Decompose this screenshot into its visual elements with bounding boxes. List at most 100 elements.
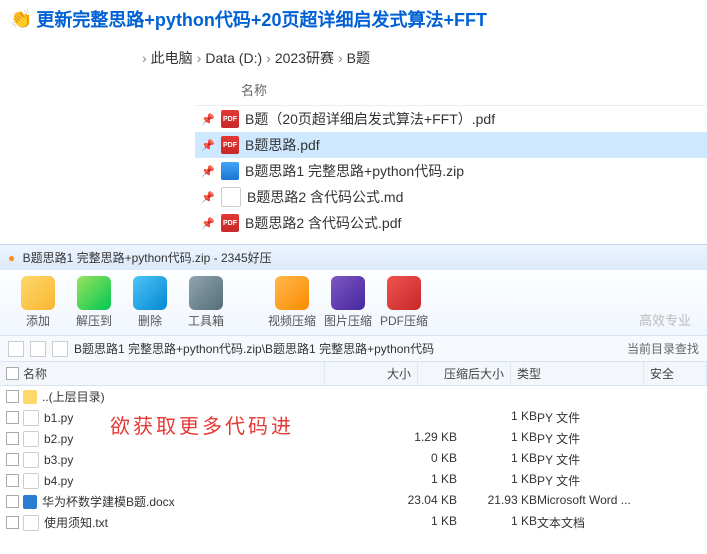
file-row[interactable]: 📌PDF B题思路2 含代码公式.pdf: [195, 210, 707, 236]
file-row[interactable]: 📌PDFB题（20页超详细启发式算法+FFT）.pdf: [195, 106, 707, 132]
nav-fwd-icon[interactable]: [30, 341, 46, 357]
row-checkbox[interactable]: [6, 432, 19, 445]
row-type: 文本文档: [537, 514, 657, 531]
clap-icon: 👏: [10, 9, 32, 30]
py-file-icon: [23, 452, 39, 468]
grid-row[interactable]: 华为杯数学建模B题.docx23.04 KB21.93 KBMicrosoft …: [0, 491, 707, 512]
row-type: PY 文件: [537, 409, 657, 426]
pdf-icon: PDF: [221, 214, 239, 232]
delete-button[interactable]: 删除: [122, 276, 178, 329]
file-name: B题思路1 完整思路+python代码.zip: [245, 161, 464, 181]
col-type[interactable]: 类型: [511, 362, 644, 385]
row-type: Microsoft Word ...: [537, 493, 657, 510]
row-security: [657, 409, 707, 426]
breadcrumb-item[interactable]: 此电脑: [149, 48, 195, 68]
row-checkbox[interactable]: [6, 495, 19, 508]
row-filename: 使用须知.txt: [44, 514, 108, 531]
select-all-checkbox[interactable]: [6, 367, 19, 380]
col-name[interactable]: 名称: [23, 365, 47, 382]
row-security: [657, 493, 707, 510]
grid-row[interactable]: b4.py1 KB1 KBPY 文件: [0, 470, 707, 491]
app-titlebar: ● B题思路1 完整思路+python代码.zip - 2345好压: [0, 244, 707, 270]
py-file-icon: [23, 410, 39, 426]
app-icon: ●: [8, 251, 15, 265]
grid-row[interactable]: ..(上层目录): [0, 386, 707, 407]
nav-up-icon[interactable]: [52, 341, 68, 357]
grid-row[interactable]: b3.py0 KB1 KBPY 文件: [0, 449, 707, 470]
grid-row[interactable]: 使用须知.txt1 KB1 KB文本文档: [0, 512, 707, 533]
add-button[interactable]: 添加: [10, 276, 66, 329]
row-compressed: 1 KB: [457, 409, 537, 426]
nav-back-icon[interactable]: [8, 341, 24, 357]
row-checkbox[interactable]: [6, 453, 19, 466]
breadcrumb: ›此电脑›Data (D:)›2023研赛›B题: [0, 38, 707, 78]
column-header-name[interactable]: 名称: [195, 78, 707, 106]
pdf-icon: PDF: [221, 136, 239, 154]
row-size: 1.29 KB: [377, 430, 457, 447]
pin-icon: 📌: [195, 113, 221, 126]
row-size: [377, 409, 457, 426]
row-type: [537, 388, 657, 405]
row-checkbox[interactable]: [6, 474, 19, 487]
extract-button[interactable]: 解压到: [66, 276, 122, 329]
col-security[interactable]: 安全: [644, 362, 707, 385]
doc-file-icon: [23, 495, 37, 509]
row-security: [657, 451, 707, 468]
folder-file-icon: [23, 390, 37, 404]
py-file-icon: [23, 431, 39, 447]
row-filename: ..(上层目录): [42, 388, 105, 405]
row-filename: 华为杯数学建模B题.docx: [42, 493, 175, 510]
file-name: B题思路2 含代码公式.pdf: [245, 213, 401, 233]
row-compressed: 1 KB: [457, 451, 537, 468]
txt-file-icon: [23, 515, 39, 531]
pin-icon: 📌: [195, 165, 221, 178]
archive-app-window: ● B题思路1 完整思路+python代码.zip - 2345好压 添加 解压…: [0, 244, 707, 533]
toolbar-right-text: 高效专业: [639, 310, 697, 329]
grid-row[interactable]: b1.py 1 KBPY 文件: [0, 407, 707, 428]
row-compressed: [457, 388, 537, 405]
pin-icon: 📌: [195, 139, 221, 152]
toolbox-icon: [189, 276, 223, 310]
row-checkbox[interactable]: [6, 516, 19, 529]
row-filename: b1.py: [44, 411, 73, 425]
row-size: 1 KB: [377, 514, 457, 531]
path-search-label[interactable]: 当前目录查找: [627, 340, 699, 357]
image-icon: [331, 276, 365, 310]
file-row[interactable]: 📌 B题思路1 完整思路+python代码.zip: [195, 158, 707, 184]
row-size: 1 KB: [377, 472, 457, 489]
toolbox-button[interactable]: 工具箱: [178, 276, 234, 329]
py-file-icon: [23, 473, 39, 489]
breadcrumb-item[interactable]: Data (D:): [203, 50, 264, 66]
pdf-icon: [387, 276, 421, 310]
pdf-compress-button[interactable]: PDF压缩: [376, 276, 432, 329]
row-compressed: 1 KB: [457, 430, 537, 447]
row-size: 0 KB: [377, 451, 457, 468]
row-size: 23.04 KB: [377, 493, 457, 510]
row-type: PY 文件: [537, 472, 657, 489]
path-bar: B题思路1 完整思路+python代码.zip\B题思路1 完整思路+pytho…: [0, 336, 707, 362]
row-checkbox[interactable]: [6, 390, 19, 403]
add-icon: [21, 276, 55, 310]
pin-icon: 📌: [195, 191, 221, 204]
video-icon: [275, 276, 309, 310]
grid-row[interactable]: b2.py1.29 KB1 KBPY 文件: [0, 428, 707, 449]
row-type: PY 文件: [537, 451, 657, 468]
file-row[interactable]: 📌 B题思路2 含代码公式.md: [195, 184, 707, 210]
path-text[interactable]: B题思路1 完整思路+python代码.zip\B题思路1 完整思路+pytho…: [74, 340, 627, 357]
file-name: B题（20页超详细启发式算法+FFT）.pdf: [245, 109, 495, 129]
file-name: B题思路2 含代码公式.md: [247, 187, 403, 207]
row-security: [657, 514, 707, 531]
file-row[interactable]: 📌PDFB题思路.pdf: [195, 132, 707, 158]
video-compress-button[interactable]: 视频压缩: [264, 276, 320, 329]
col-compressed[interactable]: 压缩后大小: [418, 362, 511, 385]
app-title-text: B题思路1 完整思路+python代码.zip - 2345好压: [23, 251, 272, 265]
col-size[interactable]: 大小: [325, 362, 418, 385]
breadcrumb-item[interactable]: 2023研赛: [273, 48, 336, 68]
breadcrumb-item[interactable]: B题: [345, 48, 372, 68]
page-title: 更新完整思路+python代码+20页超详细启发式算法+FFT: [36, 6, 487, 32]
pin-icon: 📌: [195, 217, 221, 230]
extract-icon: [77, 276, 111, 310]
image-compress-button[interactable]: 图片压缩: [320, 276, 376, 329]
row-checkbox[interactable]: [6, 411, 19, 424]
row-compressed: 1 KB: [457, 514, 537, 531]
